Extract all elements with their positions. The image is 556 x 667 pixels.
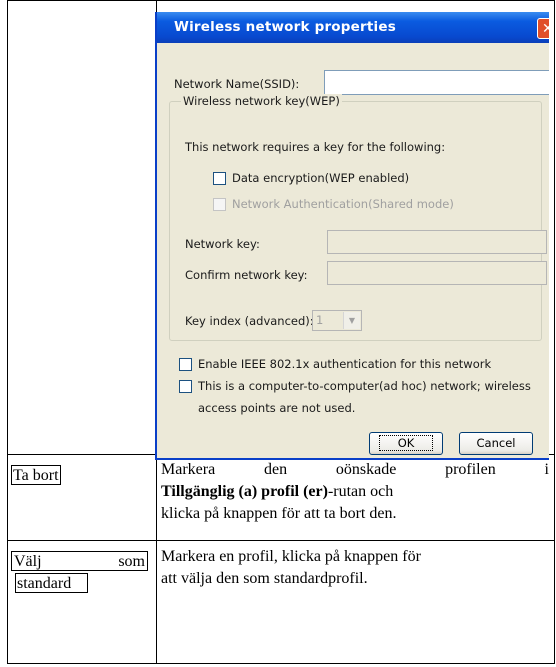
word: profilen	[445, 461, 496, 478]
network-auth-label: Network Authentication(Shared mode)	[232, 197, 454, 211]
network-name-input[interactable]	[324, 70, 549, 95]
dialog-title: Wireless network properties	[174, 19, 396, 35]
network-key-label: Network key:	[185, 237, 260, 251]
adhoc-label-line1: This is a computer-to-computer(ad hoc) n…	[198, 379, 531, 393]
desc-line2: Tillgänglig (a) profil (er)-rutan och	[161, 481, 393, 503]
term-word: Välj	[14, 553, 42, 570]
term-word: som	[118, 553, 145, 570]
confirm-key-input	[327, 261, 547, 285]
data-encryption-label: Data encryption(WEP enabled)	[232, 171, 410, 185]
desc-line2-rest: -rutan och	[327, 483, 394, 500]
close-icon[interactable]: ✕	[537, 18, 549, 39]
adhoc-label-line2: access points are not used.	[198, 401, 356, 415]
ta-bort-description: Markera den oönskade profilen i Tillgäng…	[161, 459, 549, 525]
dialog-titlebar: Wireless network properties ✕	[157, 12, 549, 43]
requires-key-text: This network requires a key for the foll…	[185, 140, 446, 154]
desc-line3: klicka på knappen för att ta bort den.	[161, 505, 397, 522]
key-index-value: 1	[316, 313, 324, 327]
wep-group-label: Wireless network key(WEP)	[181, 94, 342, 108]
ta-bort-term: Ta bort	[11, 465, 61, 485]
network-name-label: Network Name(SSID):	[174, 77, 300, 91]
ok-label: OK	[378, 435, 434, 451]
wep-groupbox	[169, 101, 542, 341]
word: oönskade	[335, 461, 397, 478]
cancel-button[interactable]: Cancel	[459, 432, 533, 455]
chevron-down-icon: ▼	[343, 312, 360, 329]
desc-line: Markera den oönskade profilen i	[161, 459, 549, 481]
ieee-label: Enable IEEE 802.1x authentication for th…	[198, 357, 492, 371]
row-divider	[8, 540, 555, 541]
network-key-input	[327, 230, 547, 254]
network-auth-checkbox	[213, 198, 226, 211]
key-index-label: Key index (advanced):	[185, 314, 314, 328]
desc-line: Tillgänglig (a) profil (er)-rutan och	[161, 481, 549, 503]
key-index-select: 1 ▼	[312, 310, 362, 331]
adhoc-checkbox[interactable]	[179, 380, 192, 393]
word: Markera	[161, 461, 216, 478]
ieee-checkbox[interactable]	[179, 358, 192, 371]
bold-term: Tillgänglig (a) profil (er)	[161, 483, 328, 500]
valj-som-term: Välj som	[11, 551, 148, 571]
word: i	[544, 461, 549, 478]
valj-description: Markera en profil, klicka på knappen för…	[161, 546, 549, 590]
desc-line2: att välja den som standardprofil.	[161, 570, 368, 587]
desc-line1: Markera en profil, klicka på knappen för	[161, 548, 421, 565]
standard-term: standard	[15, 573, 88, 593]
data-encryption-checkbox[interactable]	[213, 172, 226, 185]
word: den	[263, 461, 288, 478]
confirm-key-label: Confirm network key:	[185, 268, 308, 282]
wireless-properties-dialog: Wireless network properties ✕ Network Na…	[155, 12, 549, 460]
ok-button[interactable]: OK	[369, 432, 443, 455]
